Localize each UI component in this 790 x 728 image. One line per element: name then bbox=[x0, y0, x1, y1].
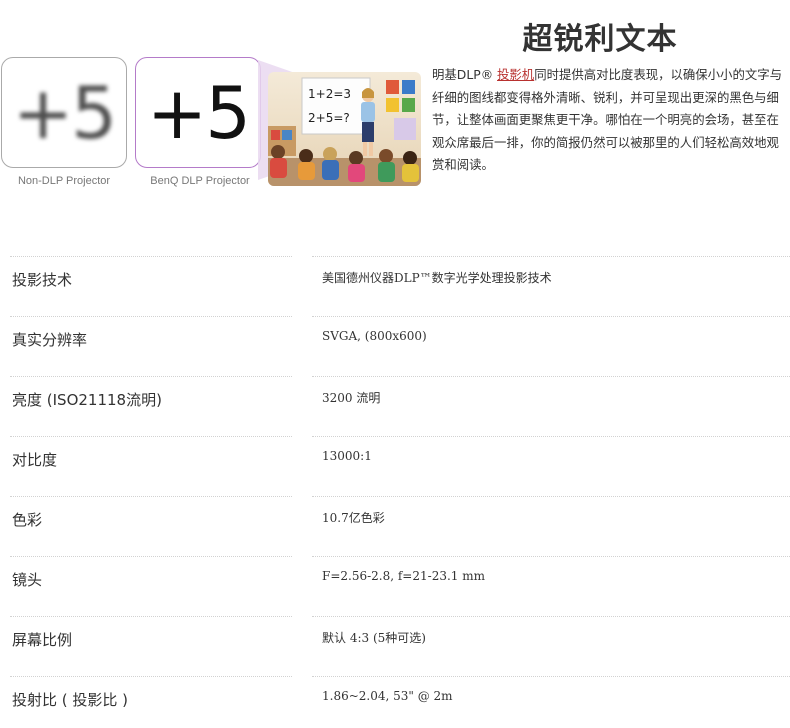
benq-dlp-sample-box: +5 bbox=[135, 57, 261, 168]
row-divider bbox=[312, 316, 790, 317]
row-divider bbox=[10, 616, 292, 617]
spec-value: 美国德州仪器DLP™数字光学处理投影技术 bbox=[322, 271, 552, 285]
row-divider bbox=[10, 436, 292, 437]
spec-row-projection-tech: 投影技术 美国德州仪器DLP™数字光学处理投影技术 bbox=[0, 256, 790, 316]
spec-row-brightness: 亮度 (ISO21118流明) 3200 流明 bbox=[0, 376, 790, 436]
spec-value: 1.86~2.04, 53" @ 2m bbox=[322, 689, 453, 703]
spec-label: 色彩 bbox=[12, 511, 43, 529]
spec-value: 默认 4:3 (5种可选) bbox=[322, 631, 426, 645]
benq-dlp-caption: BenQ DLP Projector bbox=[150, 175, 250, 187]
board-line-2: 2+5=? bbox=[308, 111, 350, 125]
row-divider bbox=[312, 616, 790, 617]
row-divider bbox=[312, 256, 790, 257]
row-divider bbox=[312, 436, 790, 437]
benq-sharp-glyph: +5 bbox=[146, 70, 251, 155]
spec-row-throw-ratio: 投射比 ( 投影比 ) 1.86~2.04, 53" @ 2m bbox=[0, 676, 790, 728]
board-line-1: 1+2=3 bbox=[308, 87, 351, 101]
spec-table: 投影技术 美国德州仪器DLP™数字光学处理投影技术 真实分辨率 SVGA, (8… bbox=[0, 256, 790, 728]
spec-label: 投影技术 bbox=[12, 271, 73, 289]
non-dlp-blurry-glyph: +5 bbox=[12, 70, 117, 155]
description-body: 同时提供高对比度表现，以确保小小的文字与纤细的图线都变得格外清晰、锐利，并可呈现… bbox=[432, 67, 783, 172]
spec-label: 投射比 ( 投影比 ) bbox=[12, 691, 129, 709]
non-dlp-caption: Non-DLP Projector bbox=[17, 175, 111, 187]
row-divider bbox=[10, 496, 292, 497]
hero-section: +5 Non-DLP Projector +5 BenQ DLP Project… bbox=[0, 0, 790, 200]
spec-value: 3200 流明 bbox=[322, 391, 381, 405]
row-divider bbox=[10, 376, 292, 377]
row-divider bbox=[312, 496, 790, 497]
feature-description: 明基DLP® 投影机同时提供高对比度表现，以确保小小的文字与纤细的图线都变得格外… bbox=[432, 64, 788, 177]
row-divider bbox=[312, 376, 790, 377]
spec-value: F=2.56-2.8, f=21-23.1 mm bbox=[322, 569, 485, 583]
row-divider bbox=[10, 316, 292, 317]
row-divider bbox=[10, 556, 292, 557]
spec-label: 真实分辨率 bbox=[12, 331, 88, 349]
spec-label: 镜头 bbox=[12, 571, 43, 589]
spec-row-aspect-ratio: 屏幕比例 默认 4:3 (5种可选) bbox=[0, 616, 790, 676]
row-divider bbox=[10, 256, 292, 257]
spec-label: 对比度 bbox=[12, 451, 58, 469]
spec-value: SVGA, (800x600) bbox=[322, 329, 427, 343]
spec-row-lens: 镜头 F=2.56-2.8, f=21-23.1 mm bbox=[0, 556, 790, 616]
row-divider bbox=[312, 556, 790, 557]
spec-row-color: 色彩 10.7亿色彩 bbox=[0, 496, 790, 556]
spec-value: 13000:1 bbox=[322, 449, 372, 463]
spec-row-resolution: 真实分辨率 SVGA, (800x600) bbox=[0, 316, 790, 376]
spec-label: 亮度 (ISO21118流明) bbox=[12, 391, 162, 409]
classroom-photo: 1+2=3 2+5=? bbox=[268, 72, 421, 186]
row-divider bbox=[10, 676, 292, 677]
projector-link[interactable]: 投影机 bbox=[497, 67, 534, 82]
description-prefix: 明基DLP® bbox=[432, 67, 498, 82]
spec-value: 10.7亿色彩 bbox=[322, 511, 385, 525]
page-title: 超锐利文本 bbox=[522, 22, 678, 57]
spec-label: 屏幕比例 bbox=[12, 631, 73, 649]
non-dlp-sample-box: +5 bbox=[1, 57, 127, 168]
spec-row-contrast: 对比度 13000:1 bbox=[0, 436, 790, 496]
row-divider bbox=[312, 676, 790, 677]
